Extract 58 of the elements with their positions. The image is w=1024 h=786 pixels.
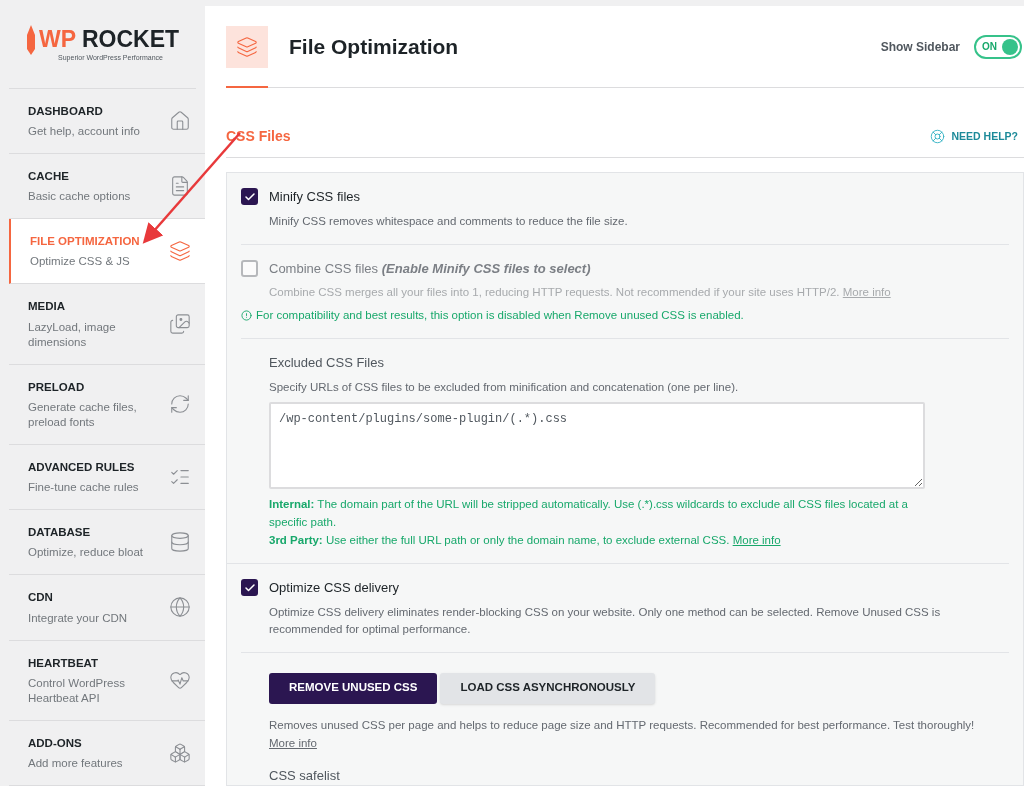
option-description: Combine CSS merges all your files into 1, reducing HTTP requests. Not recommended if your site uses HTTP/2. More info [269, 285, 891, 300]
images-icon [169, 312, 191, 335]
sidebar-item-title: HEARTBEAT [28, 655, 100, 671]
sidebar-item-title: CACHE [28, 168, 70, 184]
house-icon [169, 109, 191, 132]
warning-icon [241, 310, 252, 322]
need-help-link[interactable]: NEED HELP? [930, 128, 1018, 145]
option-label: Optimize CSS delivery [269, 579, 401, 597]
sidebar-item-title: MEDIA [28, 299, 67, 315]
field-label: CSS safelist [269, 766, 341, 785]
refresh-icon [169, 393, 191, 416]
sidebar-item-subtitle: LazyLoad, image dimensions [28, 319, 117, 350]
method-button[interactable]: REMOVE UNUSED CSS [269, 672, 438, 704]
warning-text: For compatibility and best results, this option is disabled when Remove unused CSS is enabled. [256, 308, 744, 323]
document-icon [169, 174, 191, 197]
sidebar-item-subtitle: Add more features [28, 756, 124, 771]
logo-text: WP ROCKET [38, 27, 180, 51]
option-description: Optimize CSS delivery eliminates render-blocking CSS on your website. Only one method can be selected. Remove Unused CSS is recommended for optimal performance. [269, 604, 942, 637]
layers-icon [169, 240, 191, 263]
database-icon [169, 531, 191, 554]
field-note: 3rd Party: Use either the full URL path or only the domain name, to exclude external CSS. More info [269, 533, 782, 548]
more-info-link[interactable]: More info [269, 736, 317, 749]
sidebar-item-subtitle: Optimize, reduce bloat [28, 545, 145, 561]
method-button[interactable]: LOAD CSS ASYNCHRONOUSLY [440, 672, 656, 704]
checkmark-icon [243, 581, 256, 594]
field-label: Excluded CSS Files [269, 354, 385, 373]
sidebar-item-subtitle: Generate cache files, preload fonts [28, 399, 138, 430]
sidebar-item-title: ADD-ONS [28, 735, 83, 751]
layers-icon [236, 35, 258, 58]
sidebar-item-subtitle: Fine-tune cache rules [28, 480, 140, 495]
excluded-files-field[interactable]: /wp-content/plugins/some-plugin/(.*).css [269, 402, 925, 489]
sidebar-item-subtitle: Integrate your CDN [28, 610, 129, 626]
sidebar-item-title: CDN [28, 590, 54, 606]
lifebuoy-icon [930, 129, 946, 144]
sidebar-item-title: PRELOAD [28, 379, 86, 395]
checkmark-icon [243, 190, 256, 203]
page-title: File Optimization [289, 33, 459, 60]
sidebar-item-title: DATABASE [28, 525, 92, 540]
sidebar-item-title: FILE OPTIMIZATION [30, 234, 141, 249]
show-sidebar-label: Show Sidebar [880, 38, 960, 56]
boxes-icon [169, 741, 191, 764]
sidebar-item-subtitle: Get help, account info [28, 123, 141, 139]
sidebar-item-title: ADVANCED RULES [28, 459, 136, 475]
field-note: Internal: The domain part of the URL will be stripped automatically. Use (.*).css wildcards to exclude all CSS files located at a specific path. [269, 497, 909, 530]
option-label: Minify CSS files [269, 188, 362, 206]
sidebar-item[interactable]: FILE OPTIMIZATION Optimize CSS & JS [9, 219, 205, 285]
sidebar-item-subtitle: Control WordPress Heartbeat API [28, 675, 126, 706]
option-label: Combine CSS files (Enable Minify CSS files to select) [269, 259, 592, 278]
checkbox[interactable] [241, 188, 258, 205]
globe-icon [169, 596, 191, 619]
sidebar-item-subtitle: Optimize CSS & JS [30, 254, 131, 270]
option-description: Minify CSS removes whitespace and comments to reduce the file size. [269, 213, 628, 229]
checkbox[interactable] [241, 579, 258, 596]
heart-pulse-icon [169, 669, 191, 692]
field-description: Specify URLs of CSS files to be excluded from minification and concatenation (one per line). [269, 379, 740, 395]
sidebar-item-subtitle: Basic cache options [28, 189, 132, 204]
sidebar-item-title: DASHBOARD [28, 103, 104, 119]
method-description: Removes unused CSS per page and helps to reduce page size and HTTP requests. Recommended for best performance. Test thoroughly! More info [269, 717, 976, 751]
